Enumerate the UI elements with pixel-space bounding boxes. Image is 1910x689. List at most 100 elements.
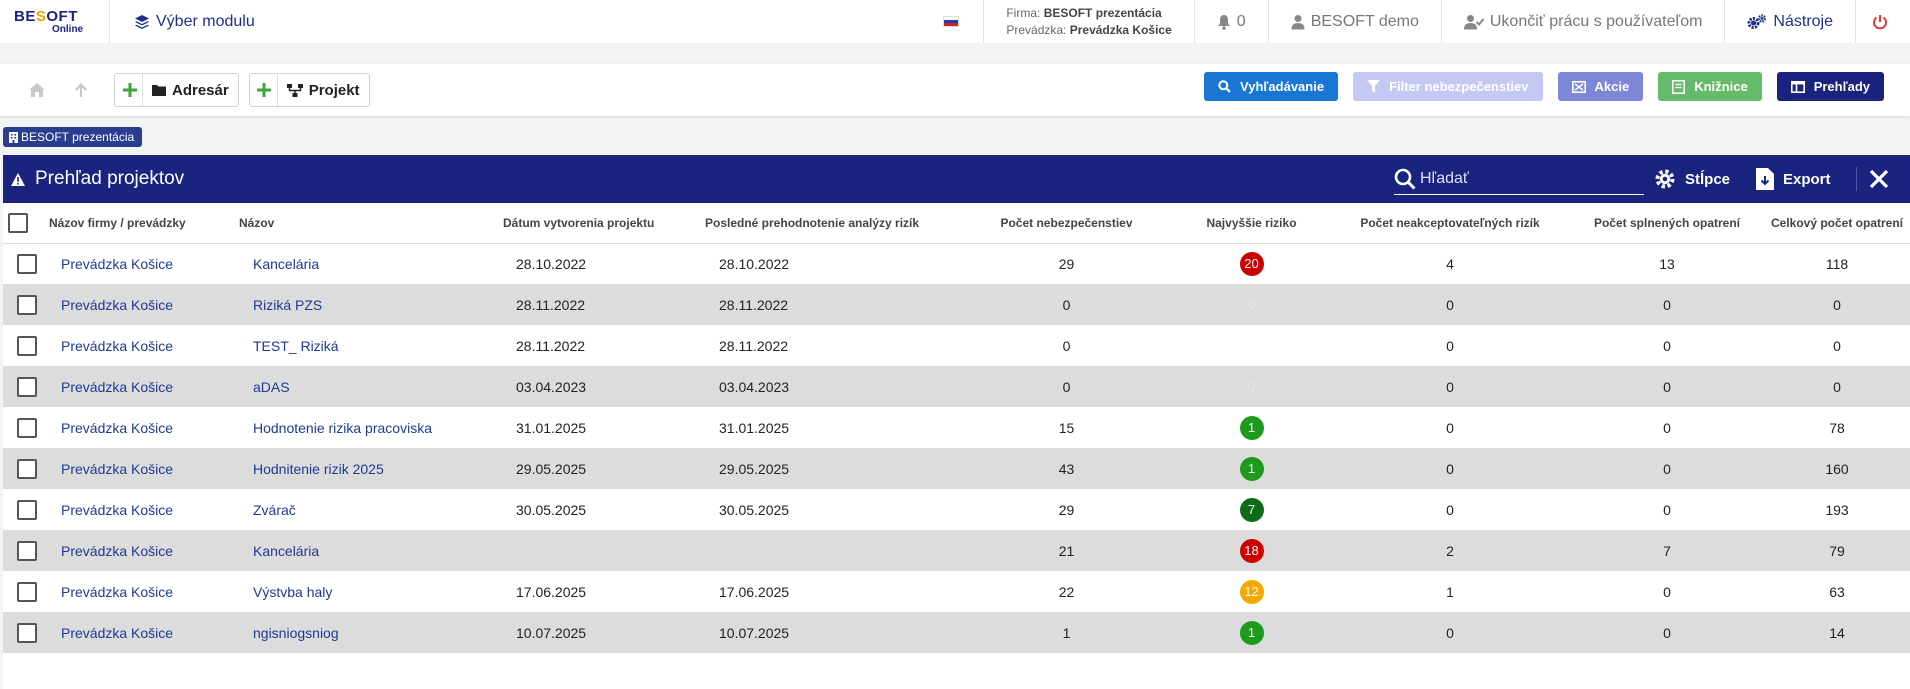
cell-nazov[interactable]: ngisniogsniog (239, 612, 503, 653)
risk-badge: 0 (1247, 296, 1256, 312)
besoft-logo[interactable]: BESOFT Online (0, 0, 110, 43)
cell-nazov[interactable]: Kancelária (239, 530, 503, 571)
cell-firma[interactable]: Prevádzka Košice (49, 530, 239, 571)
cell-prehodnotenie: 30.05.2025 (719, 501, 790, 518)
close-button[interactable] (1856, 167, 1889, 191)
close-icon (1869, 169, 1889, 189)
col-header-prehodnotenie[interactable]: Posledné prehodnotenie analýzy rizík (705, 203, 960, 244)
table-row[interactable]: Prevádzka Košice Hodnotenie rizika pracov… (3, 407, 1910, 448)
overviews-button[interactable]: Prehľady (1776, 72, 1884, 101)
search-input[interactable] (1420, 169, 1630, 188)
cell-datum: 28.11.2022 (503, 284, 705, 325)
cell-riziko: 12 (1173, 571, 1330, 612)
tools-label: Nástroje (1773, 12, 1833, 30)
table-row[interactable]: Prevádzka Košice Zvárač 30.05.2025 30.05.20… (3, 489, 1910, 530)
col-header-riziko[interactable]: Najvyššie riziko (1173, 203, 1330, 244)
cell-nazov[interactable]: TEST_ Riziká (239, 325, 503, 366)
cell-firma[interactable]: Prevádzka Košice (49, 366, 239, 407)
cell-firma[interactable]: Prevádzka Košice (49, 284, 239, 325)
notifications-count: 0 (1236, 12, 1246, 30)
actions-button[interactable]: Akcie (1557, 72, 1644, 101)
table-row[interactable]: Prevádzka Košice Výstvba haly 17.06.2025 17… (3, 571, 1910, 612)
row-checkbox[interactable] (17, 294, 37, 315)
row-checkbox[interactable] (17, 335, 37, 356)
row-checkbox[interactable] (17, 458, 37, 479)
select-all-checkbox[interactable] (8, 212, 28, 233)
cell-firma[interactable]: Prevádzka Košice (49, 489, 239, 530)
plus-icon (256, 74, 278, 106)
cell-firma[interactable]: Prevádzka Košice (49, 448, 239, 489)
col-header-splnene[interactable]: Počet splnených opatrení (1570, 203, 1764, 244)
columns-button[interactable]: Stĺpce (1654, 161, 1730, 197)
cell-nazov[interactable]: Hodnotenie rizika pracoviska (239, 407, 503, 448)
projects-table: Názov firmy / prevádzky Názov Dátum vytv… (3, 203, 1910, 653)
bell-icon (1217, 14, 1230, 30)
tools-button[interactable]: Nástroje (1724, 0, 1855, 43)
logo-text-b: S (35, 7, 47, 25)
cell-nazov[interactable]: Výstvba haly (239, 571, 503, 612)
cell-firma[interactable]: Prevádzka Košice (49, 612, 239, 653)
cell-nebezpecenstva: 29 (1058, 501, 1075, 518)
cell-prehodnotenie: 17.06.2025 (719, 583, 790, 600)
table-row[interactable]: Prevádzka Košice ngisniogsniog 10.07.2025 1… (3, 612, 1910, 653)
add-project-button[interactable]: Projekt (248, 73, 370, 107)
cell-prehodnotenie (705, 530, 960, 571)
cell-nazov[interactable]: Riziká PZS (239, 284, 503, 325)
col-header-nebezpecenstva[interactable]: Počet nebezpečenstiev (960, 203, 1173, 244)
cell-riziko: 20 (1173, 243, 1330, 284)
row-checkbox[interactable] (17, 499, 37, 520)
logo-text-a: BE (14, 7, 36, 25)
col-header-celkom[interactable]: Celkový počet opatrení (1764, 203, 1910, 244)
col-header-datum[interactable]: Dátum vytvorenia projektu (503, 203, 705, 244)
cell-nazov[interactable]: Hodnitenie rizik 2025 (239, 448, 503, 489)
cell-nazov[interactable]: aDAS (239, 366, 503, 407)
row-checkbox[interactable] (17, 540, 37, 561)
actions-icon (1571, 80, 1586, 93)
home-icon[interactable] (26, 79, 48, 101)
cell-firma[interactable]: Prevádzka Košice (49, 243, 239, 284)
arrow-up-icon[interactable] (70, 79, 92, 101)
panel-header: Prehľad projektov Stĺpce Export (3, 155, 1910, 203)
table-row[interactable]: Prevádzka Košice Kancelária 21 18 2 7 79 (3, 530, 1910, 571)
col-header-firma[interactable]: Názov firmy / prevádzky (49, 203, 239, 244)
table-row[interactable]: Prevádzka Košice TEST_ Riziká 28.11.2022 28… (3, 325, 1910, 366)
cell-firma[interactable]: Prevádzka Košice (49, 407, 239, 448)
col-header-neakcept[interactable]: Počet neakceptovateľných rizík (1330, 203, 1570, 244)
cell-firma[interactable]: Prevádzka Košice (49, 325, 239, 366)
row-checkbox[interactable] (17, 417, 37, 438)
table-row[interactable]: Prevádzka Košice Hodnitenie rizik 2025 29.… (3, 448, 1910, 489)
end-work-button[interactable]: Ukončiť prácu s používateľom (1440, 0, 1725, 43)
company-info[interactable]: Firma: BESOFT prezentácia Prevádzka: Pre… (983, 0, 1193, 43)
cell-firma[interactable]: Prevádzka Košice (49, 571, 239, 612)
module-selector[interactable]: Výber modulu (110, 0, 255, 43)
add-address-button[interactable]: Adresár (114, 73, 239, 107)
cell-nebezpecenstva: 43 (960, 448, 1173, 489)
search-button-label: Vyhľadávanie (1240, 79, 1325, 94)
search-button[interactable]: Vyhľadávanie (1204, 72, 1339, 101)
row-checkbox[interactable] (17, 622, 37, 643)
notifications-button[interactable]: 0 (1193, 0, 1268, 43)
row-checkbox[interactable] (17, 253, 37, 274)
user-button[interactable]: BESOFT demo (1267, 0, 1441, 43)
table-row[interactable]: Prevádzka Košice Riziká PZS 28.11.2022 28.1… (3, 284, 1910, 325)
company-breadcrumb[interactable]: BESOFT prezentácia (3, 127, 143, 147)
logout-button[interactable] (1855, 0, 1910, 43)
prevadzka-label: Prevádzka: (1006, 22, 1067, 37)
file-download-icon (1756, 168, 1774, 190)
cell-nazov[interactable]: Zvárač (239, 489, 503, 530)
risk-badge: 18 (1239, 538, 1264, 563)
filter-hazards-button[interactable]: Filter nebezpečenstiev (1353, 72, 1543, 101)
export-button[interactable]: Export (1756, 161, 1831, 197)
row-checkbox[interactable] (17, 376, 37, 397)
risk-badge: 1 (1239, 620, 1264, 645)
panel-search[interactable] (1394, 163, 1644, 195)
cell-nazov[interactable]: Kancelária (239, 243, 503, 284)
col-header-nazov[interactable]: Názov (239, 203, 503, 244)
libraries-button[interactable]: Knižnice (1658, 72, 1762, 101)
cell-neakcept: 4 (1446, 255, 1454, 272)
slovak-flag-icon[interactable] (943, 16, 960, 27)
table-row[interactable]: Prevádzka Košice aDAS 03.04.2023 03.04.2023… (3, 366, 1910, 407)
sitemap-icon (286, 83, 303, 97)
table-row[interactable]: Prevádzka Košice Kancelária 28.10.2022 28.1… (3, 243, 1910, 284)
row-checkbox[interactable] (17, 581, 37, 602)
